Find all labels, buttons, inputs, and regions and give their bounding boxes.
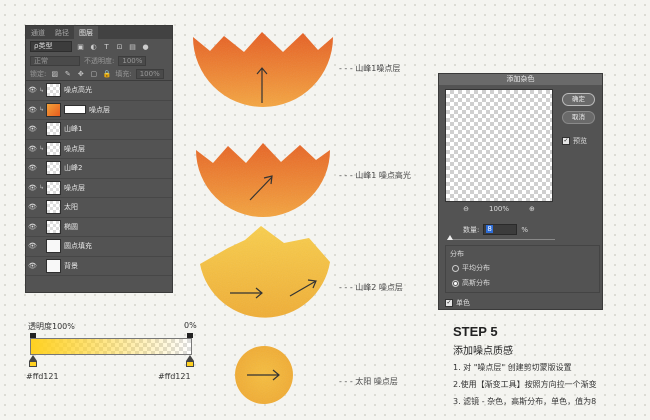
gaussian-option[interactable]: 高斯分布 (452, 278, 490, 288)
mountain1-highlight-label: - - - 山峰1 噪点高光 (339, 170, 411, 181)
noise-preview-area[interactable] (445, 89, 553, 202)
step-title: STEP 5 (453, 324, 498, 339)
uniform-radio[interactable] (452, 264, 459, 272)
add-noise-dialog: 添加杂色 确定 取消 ✓ 预览 ⊖ 100% ⊕ 数量: 8 % 分布 平均分布… (438, 73, 603, 310)
cancel-button[interactable]: 取消 (562, 111, 595, 124)
amount-label: 数量: (463, 225, 480, 234)
zoom-in-icon[interactable]: ⊕ (529, 205, 535, 213)
gaussian-radio[interactable] (452, 279, 459, 287)
amount-slider-thumb[interactable] (447, 235, 453, 240)
monochromatic-label: 单色 (456, 299, 470, 307)
uniform-label: 平均分布 (462, 264, 490, 272)
mountain1-noise-label: - - - 山峰1噪点层 (339, 63, 400, 74)
distribution-group: 分布 平均分布 高斯分布 (445, 245, 600, 293)
label-dash: - - - (339, 283, 353, 292)
amount-row: 数量: 8 % (463, 224, 528, 235)
preview-label: 预览 (573, 137, 587, 145)
zoom-row: ⊖ 100% ⊕ (445, 205, 553, 213)
step-line-2: 2.使用【渐变工具】按照方向拉一个渐变 (453, 380, 597, 389)
step-line-3: 3. 滤镜 - 杂色，高斯分布，单色，值为8 (453, 397, 597, 406)
gradient-opacity-label: 透明度100% (28, 322, 75, 331)
mountain2-noise-label: - - - 山峰2 噪点层 (339, 282, 403, 293)
label-text: 山峰2 噪点层 (355, 283, 403, 292)
color-stop-left[interactable] (29, 361, 37, 367)
right-stop-hex: #ffd121 (158, 372, 191, 381)
label-dash: - - - (339, 64, 353, 73)
ok-button[interactable]: 确定 (562, 93, 595, 106)
monochromatic-row[interactable]: ✓ 单色 (445, 298, 470, 308)
mountain2-noise-shape (200, 226, 330, 318)
step-line-1: 1. 对 "噪点层" 创建剪切蒙版设置 (453, 363, 572, 372)
distribution-title: 分布 (450, 250, 464, 258)
label-dash: - - - (339, 171, 353, 180)
zoom-value: 100% (488, 205, 509, 213)
monochromatic-checkbox[interactable]: ✓ (445, 299, 453, 307)
sun-noise-label: - - - 太阳 噪点层 (339, 376, 398, 387)
amount-input[interactable]: 8 (483, 224, 518, 235)
gaussian-label: 高斯分布 (462, 279, 490, 287)
amount-value: 8 (486, 225, 493, 233)
uniform-option[interactable]: 平均分布 (452, 263, 490, 273)
left-stop-hex: #ffd121 (26, 372, 59, 381)
step-subtitle: 添加噪点质感 (453, 346, 513, 357)
gradient-bar[interactable] (30, 338, 192, 355)
color-stop-right[interactable] (186, 361, 194, 367)
label-text: 山峰1 噪点高光 (355, 171, 411, 180)
preview-checkbox-row[interactable]: ✓ 预览 (562, 136, 587, 146)
label-text: 太阳 噪点层 (355, 377, 398, 386)
preview-checkbox[interactable]: ✓ (562, 137, 570, 145)
zoom-out-icon[interactable]: ⊖ (463, 205, 469, 213)
amount-unit: % (521, 225, 529, 234)
dialog-title: 添加杂色 (439, 74, 602, 85)
label-dash: - - - (339, 377, 353, 386)
mountain1-highlight-shape (196, 143, 330, 217)
label-text: 山峰1噪点层 (355, 64, 401, 73)
gradient-opacity-end-label: 0% (184, 321, 197, 330)
amount-slider-track[interactable] (447, 239, 555, 240)
